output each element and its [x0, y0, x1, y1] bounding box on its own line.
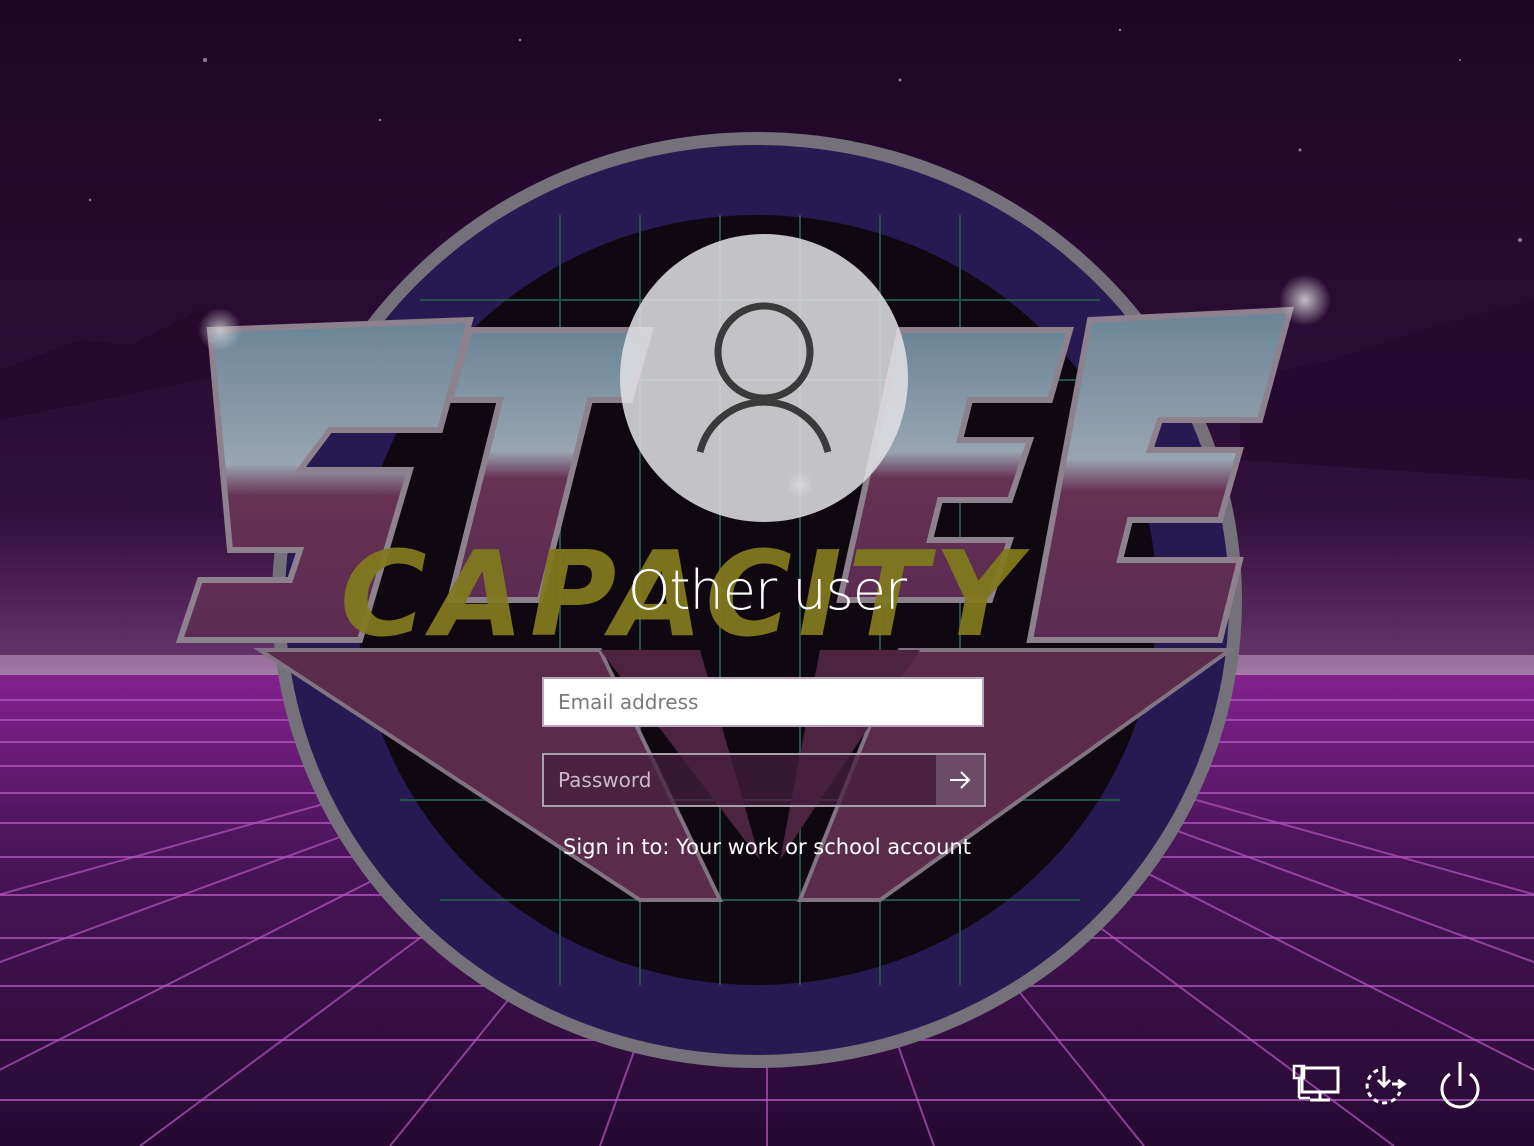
network-icon — [1292, 1064, 1340, 1102]
power-icon — [1440, 1062, 1480, 1109]
power-button[interactable] — [1432, 1058, 1488, 1114]
user-avatar-icon — [696, 302, 832, 453]
arrow-right-icon — [950, 771, 971, 789]
ease-of-access-button[interactable] — [1358, 1058, 1414, 1114]
sign-in-destination: Sign in to: Your work or school account — [563, 835, 971, 859]
password-input[interactable] — [544, 755, 938, 805]
lock-screen: CAPACITY Other user Sign in to — [0, 0, 1534, 1146]
ease-of-access-icon — [1365, 1066, 1407, 1105]
sign-in-panel: Other user Sign in to: Your work or scho… — [0, 0, 1534, 1146]
password-field-container — [542, 753, 986, 807]
user-avatar — [620, 234, 908, 522]
network-button[interactable] — [1288, 1058, 1344, 1114]
user-name: Other user — [627, 559, 907, 622]
email-input[interactable] — [542, 677, 984, 727]
submit-button[interactable] — [936, 755, 984, 805]
